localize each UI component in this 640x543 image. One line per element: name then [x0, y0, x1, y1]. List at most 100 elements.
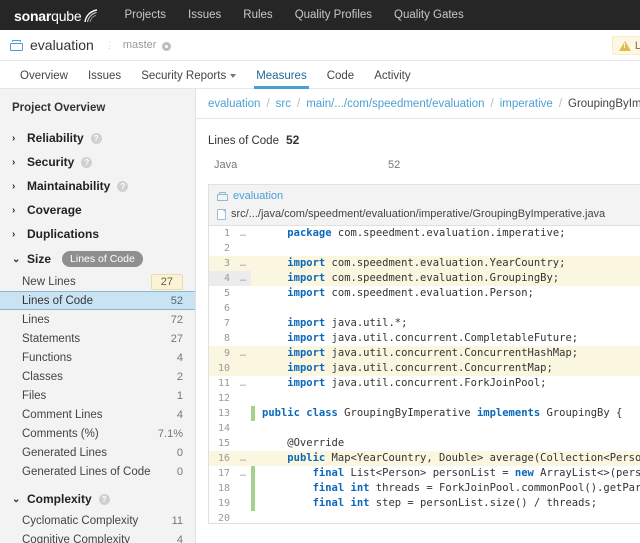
scm-blame-toggle[interactable]: …	[235, 256, 251, 271]
measure-label: Lines of Code	[208, 135, 279, 147]
code-line[interactable]: 9… import java.util.concurrent.Concurren…	[209, 346, 640, 361]
nav-item-issues[interactable]: Issues	[188, 9, 221, 21]
sidebar-domain-duplications[interactable]: › Duplications	[0, 222, 195, 246]
sonarqube-logo[interactable]: sonarqube	[14, 7, 98, 24]
code-line[interactable]: 2	[209, 241, 640, 256]
project-name[interactable]: evaluation	[30, 37, 94, 53]
sidebar-metric-lines[interactable]: Lines 72	[0, 310, 195, 329]
nav-item-quality-profiles[interactable]: Quality Profiles	[295, 9, 372, 21]
sidebar-metric-functions[interactable]: Functions 4	[0, 348, 195, 367]
chevron-right-icon: ›	[12, 205, 20, 216]
code-line[interactable]: 16… public Map<YearCountry, Double> aver…	[209, 451, 640, 466]
coverage-indicator	[251, 301, 255, 316]
code-line[interactable]: 7 import java.util.*;	[209, 316, 640, 331]
code-line[interactable]: 20	[209, 511, 640, 524]
branch-dot-icon[interactable]	[162, 42, 171, 51]
code-line[interactable]: 3… import com.speedment.evaluation.YearC…	[209, 256, 640, 271]
breadcrumb-item-evaluation[interactable]: evaluation	[208, 98, 260, 110]
code-text: @Override	[262, 436, 640, 451]
nav-item-projects[interactable]: Projects	[124, 9, 166, 21]
help-icon[interactable]: ?	[117, 181, 128, 192]
code-line[interactable]: 19 final int step = personList.size() / …	[209, 496, 640, 511]
metric-value: 27	[171, 333, 183, 345]
help-icon[interactable]: ?	[91, 133, 102, 144]
tab-security-reports-label: Security Reports	[141, 70, 226, 82]
code-line[interactable]: 8 import java.util.concurrent.Completabl…	[209, 331, 640, 346]
coverage-indicator	[251, 271, 255, 286]
sidebar-domain-reliability[interactable]: › Reliability ?	[0, 126, 195, 150]
scm-blame-toggle[interactable]: …	[235, 226, 251, 241]
sidebar-domain-label: Reliability	[27, 131, 84, 145]
sidebar-metric-statements[interactable]: Statements 27	[0, 329, 195, 348]
tab-issues[interactable]: Issues	[78, 70, 131, 88]
sidebar-title[interactable]: Project Overview	[0, 99, 195, 126]
code-line[interactable]: 13public class GroupingByImperative impl…	[209, 406, 640, 421]
code-text: import java.util.*;	[262, 316, 640, 331]
sidebar-metric-files[interactable]: Files 1	[0, 386, 195, 405]
coverage-indicator	[251, 511, 255, 524]
line-number: 7	[209, 316, 235, 331]
tab-overview[interactable]: Overview	[10, 70, 78, 88]
scm-blame-toggle[interactable]: …	[235, 271, 251, 286]
line-number: 8	[209, 331, 235, 346]
nav-item-quality-gates[interactable]: Quality Gates	[394, 9, 464, 21]
code-line[interactable]: 17… final List<Person> personList = new …	[209, 466, 640, 481]
line-number: 13	[209, 406, 235, 421]
code-line[interactable]: 15 @Override	[209, 436, 640, 451]
source-project-link[interactable]: evaluation	[233, 190, 283, 202]
branch-name[interactable]: master	[123, 39, 157, 51]
sidebar-metric-generated-lines-of-code[interactable]: Generated Lines of Code 0	[0, 462, 195, 481]
sidebar-domain-size[interactable]: ⌄ Size Lines of Code	[0, 246, 195, 272]
tab-measures[interactable]: Measures	[246, 70, 317, 88]
status-badge[interactable]: L	[612, 36, 640, 55]
code-line[interactable]: 5 import com.speedment.evaluation.Person…	[209, 286, 640, 301]
scm-blame-toggle[interactable]: …	[235, 466, 251, 481]
metric-label: Classes	[22, 371, 63, 383]
code-text	[262, 241, 640, 256]
sidebar-domain-coverage[interactable]: › Coverage	[0, 198, 195, 222]
sidebar-metric-new-lines[interactable]: New Lines 27	[0, 272, 195, 291]
sidebar-domain-label: Security	[27, 155, 74, 169]
breadcrumb-item-main[interactable]: main/.../com/speedment/evaluation	[306, 98, 484, 110]
code-line[interactable]: 1… package com.speedment.evaluation.impe…	[209, 226, 640, 241]
sidebar-metric-comments-percent[interactable]: Comments (%) 7.1%	[0, 424, 195, 443]
code-line[interactable]: 11… import java.util.concurrent.ForkJoin…	[209, 376, 640, 391]
metric-value: 72	[171, 314, 183, 326]
scm-blame-toggle[interactable]: …	[235, 451, 251, 466]
breadcrumb-item-src[interactable]: src	[276, 98, 291, 110]
sidebar-metric-generated-lines[interactable]: Generated Lines 0	[0, 443, 195, 462]
help-icon[interactable]: ?	[81, 157, 92, 168]
scm-blame-toggle[interactable]: …	[235, 346, 251, 361]
code-line[interactable]: 14	[209, 421, 640, 436]
sidebar-metric-lines-of-code[interactable]: Lines of Code 52	[0, 291, 195, 310]
tab-activity[interactable]: Activity	[364, 70, 420, 88]
metric-value: 4	[177, 534, 183, 543]
breadcrumb-item-imperative[interactable]: imperative	[500, 98, 553, 110]
nav-item-rules[interactable]: Rules	[243, 9, 272, 21]
sidebar-metric-classes[interactable]: Classes 2	[0, 367, 195, 386]
tab-code[interactable]: Code	[317, 70, 365, 88]
code-line[interactable]: 4… import com.speedment.evaluation.Group…	[209, 271, 640, 286]
code-line[interactable]: 12	[209, 391, 640, 406]
breadcrumb-separator: /	[559, 98, 562, 110]
line-number: 6	[209, 301, 235, 316]
code-lines-container[interactable]: 1… package com.speedment.evaluation.impe…	[209, 226, 640, 524]
sidebar-domain-complexity[interactable]: ⌄ Complexity ?	[0, 487, 195, 511]
help-icon[interactable]: ?	[99, 494, 110, 505]
sidebar-domain-security[interactable]: › Security ?	[0, 150, 195, 174]
code-line[interactable]: 10 import java.util.concurrent.Concurren…	[209, 361, 640, 376]
line-number: 2	[209, 241, 235, 256]
code-line[interactable]: 6	[209, 301, 640, 316]
code-text: import java.util.concurrent.ConcurrentMa…	[262, 361, 640, 376]
sidebar-domain-maintainability[interactable]: › Maintainability ?	[0, 174, 195, 198]
coverage-indicator	[251, 286, 255, 301]
sidebar-metric-cyclomatic-complexity[interactable]: Cyclomatic Complexity 11	[0, 511, 195, 530]
line-number: 16	[209, 451, 235, 466]
tab-security-reports[interactable]: Security Reports	[131, 70, 246, 88]
sidebar-metric-comment-lines[interactable]: Comment Lines 4	[0, 405, 195, 424]
code-line[interactable]: 18 final int threads = ForkJoinPool.comm…	[209, 481, 640, 496]
source-file-path[interactable]: src/.../java/com/speedment/evaluation/im…	[231, 208, 605, 220]
scm-blame-toggle[interactable]: …	[235, 376, 251, 391]
breadcrumb-separator: /	[266, 98, 269, 110]
sidebar-metric-cognitive-complexity[interactable]: Cognitive Complexity 4	[0, 530, 195, 543]
